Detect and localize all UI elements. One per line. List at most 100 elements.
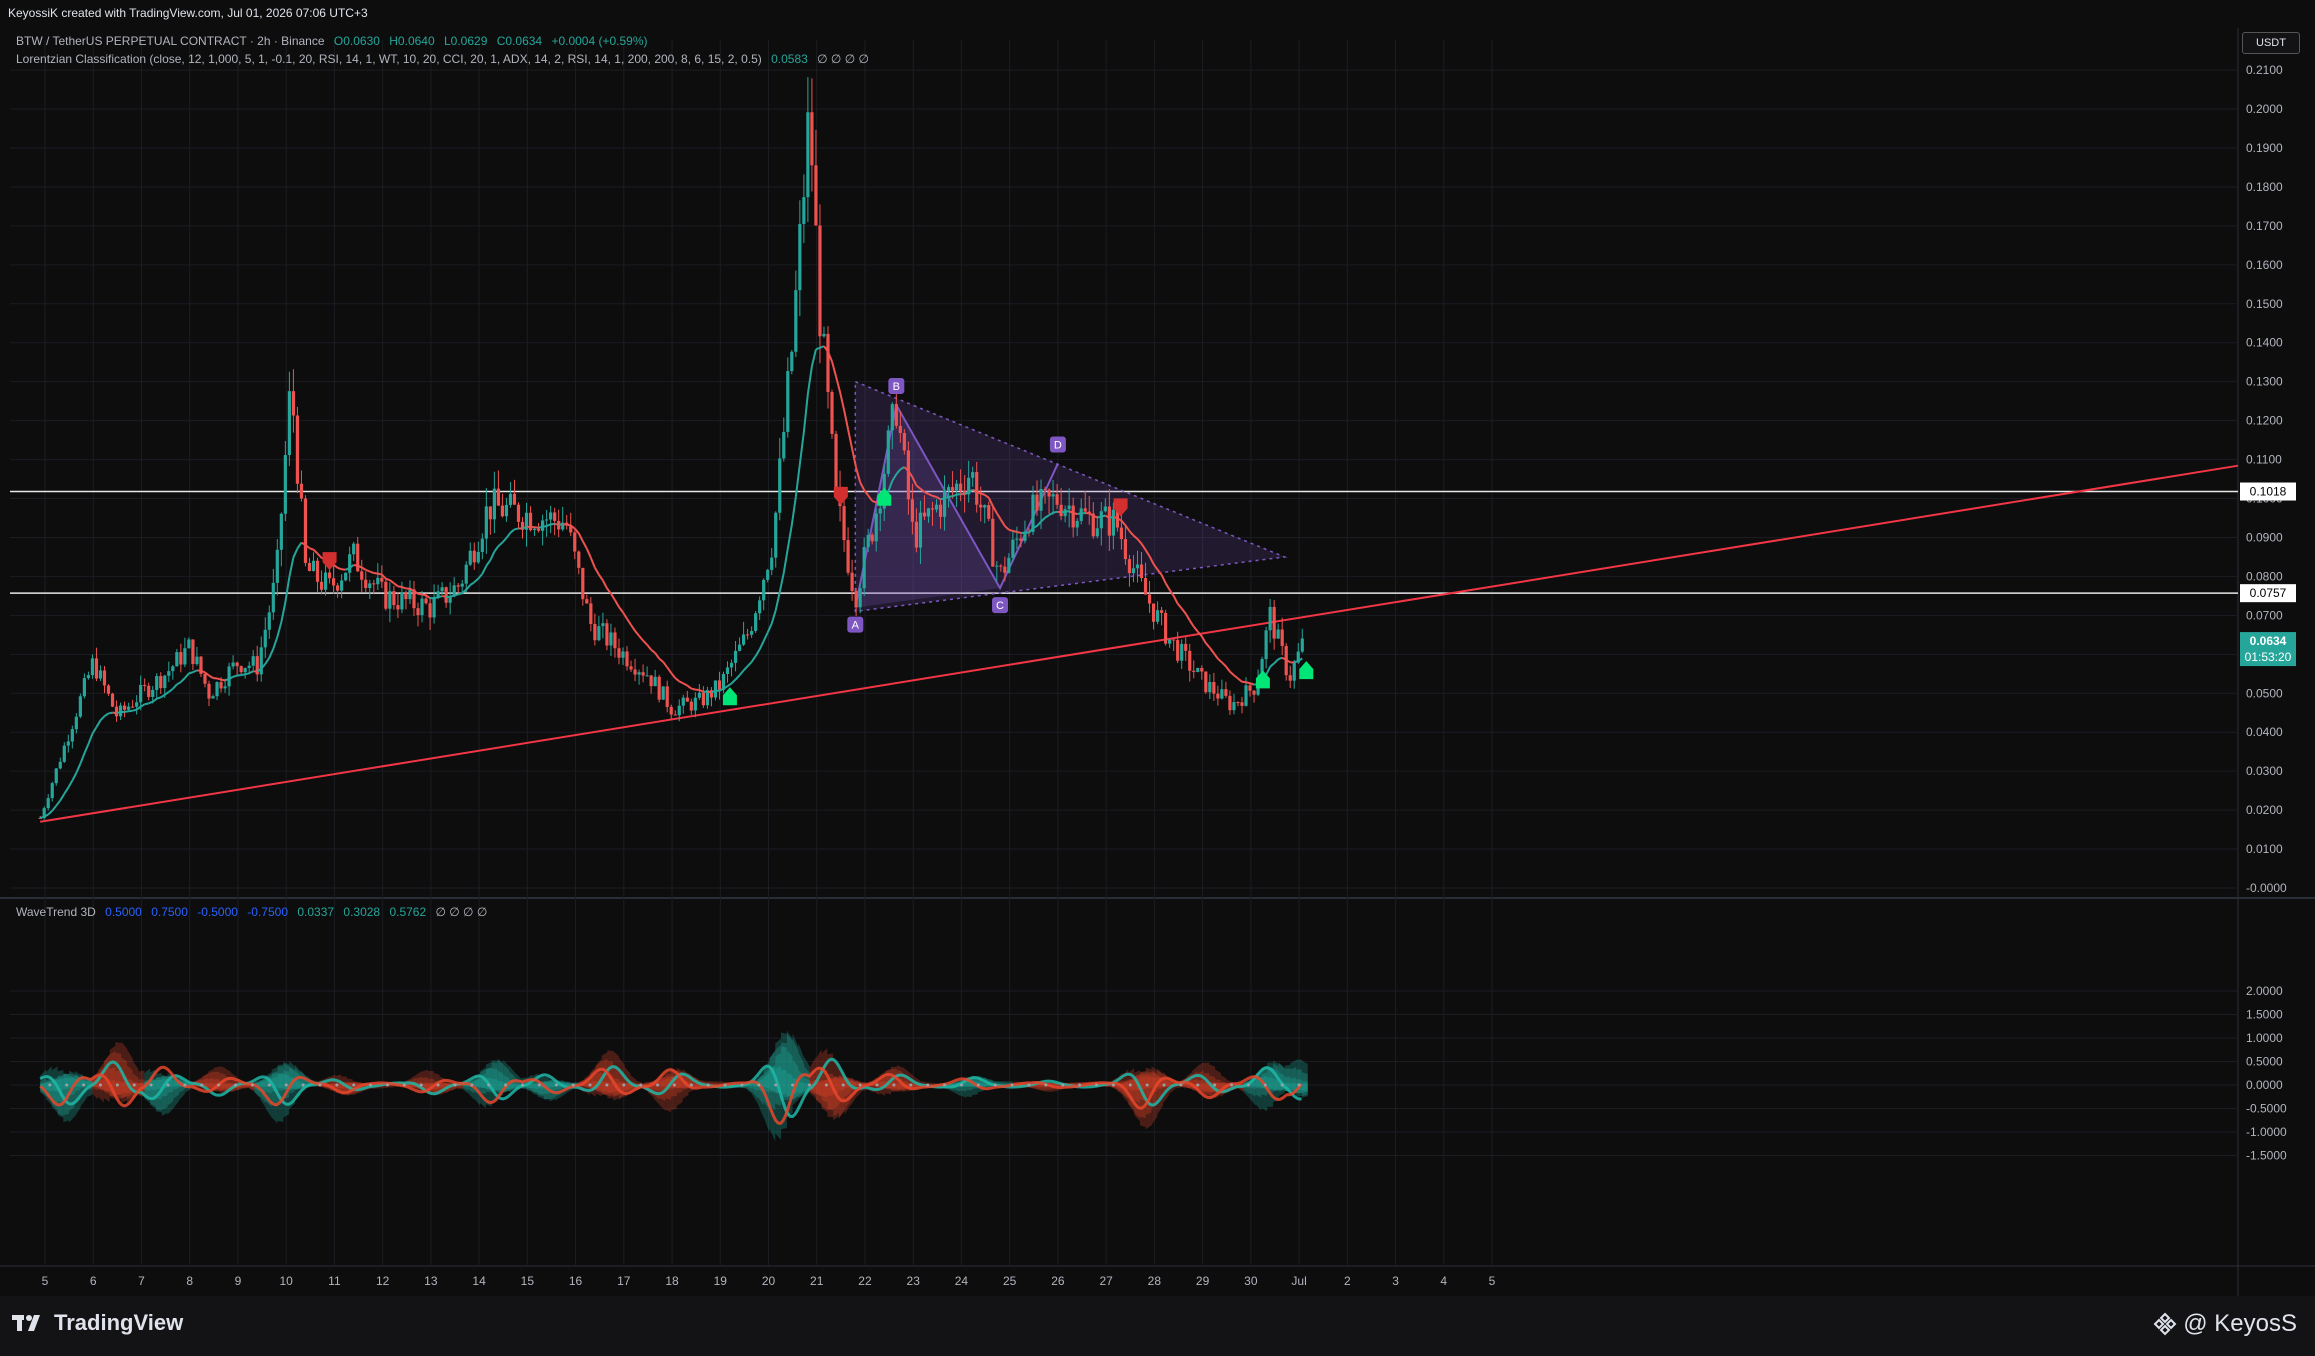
- indicator-legend[interactable]: Lorentzian Classification (close, 12, 1,…: [16, 52, 875, 66]
- candle-body: [516, 504, 521, 522]
- candle-body: [143, 684, 147, 686]
- kernel-regression-segment: [650, 648, 656, 654]
- kernel-regression-segment: [726, 682, 733, 688]
- kernel-regression-segment: [610, 593, 616, 601]
- wt-value-4: -0.7500: [247, 905, 288, 919]
- price-axis: 0.2100 0.2000 0.1900 0.1800 0.1700 0.1600 0.15…: [2240, 63, 2296, 1163]
- candle-body: [1160, 610, 1164, 613]
- candle-body: [1011, 539, 1015, 558]
- price-tick-label: 0.1900: [2246, 141, 2283, 155]
- candle-body: [243, 667, 247, 673]
- candle-body: [420, 598, 424, 616]
- candle-body: [283, 455, 287, 514]
- candle-body: [428, 603, 432, 618]
- candle-body: [1043, 489, 1047, 491]
- candle-body: [408, 589, 412, 600]
- kernel-regression-segment: [642, 639, 648, 646]
- kernel-regression-segment: [1172, 595, 1179, 605]
- zero-line-dot: [959, 1083, 963, 1087]
- wavetrend-legend[interactable]: WaveTrend 3D 0.5000 0.7500 -0.5000 -0.75…: [16, 905, 493, 919]
- candle-body: [235, 662, 239, 667]
- candle-body: [1083, 508, 1087, 512]
- candle-body: [231, 662, 235, 667]
- kernel-regression-segment: [1225, 665, 1231, 673]
- candle-body: [1188, 650, 1192, 671]
- candle-body: [1192, 670, 1196, 672]
- kernel-regression-segment: [1269, 662, 1275, 668]
- kernel-regression-segment: [1072, 512, 1078, 516]
- tradingview-icon: [12, 1315, 40, 1331]
- candle-body: [786, 371, 790, 432]
- time-tick-label: 22: [858, 1274, 872, 1288]
- candle-body: [1196, 668, 1200, 672]
- candle-body: [894, 404, 898, 426]
- candle-body: [649, 675, 653, 687]
- kernel-regression-segment: [602, 580, 608, 589]
- zero-line-dot: [1213, 1083, 1217, 1087]
- candle-body: [1007, 557, 1011, 573]
- kernel-regression-segment: [144, 702, 149, 706]
- currency-selector[interactable]: USDT: [2242, 32, 2300, 54]
- ohlc-change: +0.0004 (+0.59%): [551, 34, 648, 48]
- kernel-regression-segment: [124, 710, 129, 713]
- time-tick-label: 4: [1440, 1274, 1447, 1288]
- kernel-regression-segment: [168, 688, 174, 693]
- kernel-regression-segment: [1097, 515, 1102, 519]
- candle-body: [500, 505, 505, 517]
- kernel-regression-segment: [152, 697, 158, 703]
- zero-line-dot: [132, 1083, 136, 1087]
- kernel-regression-segment: [337, 566, 342, 571]
- zero-line-dot: [909, 1083, 913, 1087]
- wavetrend-band: [294, 1079, 301, 1091]
- kernel-regression-segment: [778, 572, 785, 593]
- oscillator-tick-label: 2.0000: [2246, 984, 2283, 998]
- candle-body: [207, 683, 211, 699]
- candle-body: [581, 567, 585, 600]
- chart-canvas[interactable]: A B C D 0.2100 0.2000 0.1900 0.1800 0.1700 0.160…: [0, 0, 2315, 1356]
- candle-body: [102, 670, 107, 686]
- tradingview-logo[interactable]: TradingView: [12, 1310, 183, 1336]
- wavetrend-band: [821, 1080, 828, 1098]
- symbol-legend[interactable]: BTW / TetherUS PERPETUAL CONTRACT · 2h ·…: [16, 34, 654, 48]
- zero-line-dot: [943, 1083, 947, 1087]
- candle-body: [1268, 606, 1272, 631]
- kernel-regression-segment: [453, 593, 459, 597]
- kernel-regression-segment: [501, 537, 508, 544]
- symbol-title: BTW / TetherUS PERPETUAL CONTRACT · 2h ·…: [16, 34, 325, 48]
- candle-body: [1228, 695, 1232, 711]
- candle-body: [360, 571, 364, 580]
- candle-body: [127, 706, 131, 710]
- candle-body: [86, 675, 91, 679]
- zero-line-dot: [1179, 1083, 1183, 1087]
- kernel-regression-segment: [698, 689, 704, 693]
- zero-line-dot: [841, 1083, 845, 1087]
- kernel-regression-segment: [758, 640, 765, 650]
- candle-body: [810, 112, 814, 166]
- candle-body: [492, 488, 496, 520]
- kernel-regression-segment: [108, 711, 113, 715]
- kernel-regression-segment: [393, 582, 399, 588]
- candle-body: [922, 512, 927, 517]
- time-tick-label: 17: [617, 1274, 631, 1288]
- kernel-regression-segment: [180, 677, 186, 683]
- kernel-regression-segment: [136, 705, 142, 711]
- candle-body: [46, 798, 50, 809]
- kernel-regression-segment: [216, 677, 222, 681]
- kernel-regression-segment: [581, 540, 588, 550]
- candle-body: [1039, 489, 1043, 511]
- time-tick-label: 13: [424, 1274, 438, 1288]
- kernel-regression-segment: [39, 815, 45, 819]
- time-tick-label: 26: [1051, 1274, 1065, 1288]
- price-tick-label: 0.0900: [2246, 530, 2283, 544]
- sell-signal-arrow: [833, 486, 848, 505]
- candle-body: [1123, 539, 1128, 560]
- ohlc-open: O0.0630: [333, 34, 380, 48]
- kernel-regression-segment: [473, 577, 479, 584]
- candle-body: [364, 579, 368, 589]
- kernel-regression-segment: [268, 648, 275, 659]
- candle-body: [1095, 528, 1099, 537]
- kernel-regression-segment: [940, 497, 945, 501]
- kernel-regression-segment: [626, 618, 632, 626]
- candle-body: [476, 551, 480, 563]
- kernel-regression-segment: [433, 596, 439, 600]
